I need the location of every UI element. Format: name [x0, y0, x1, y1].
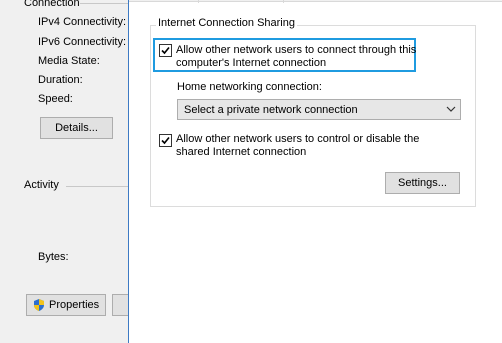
- home-networking-select-value: Select a private network connection: [184, 104, 358, 116]
- allow-connect-label-line1: Allow other network users to connect thr…: [176, 44, 417, 56]
- settings-button-label: Settings...: [398, 177, 447, 189]
- ipv4-connectivity-label: IPv4 Connectivity:: [38, 16, 127, 28]
- details-button-label: Details...: [55, 122, 98, 134]
- home-networking-label: Home networking connection:: [177, 81, 322, 93]
- speed-label: Speed:: [38, 93, 73, 105]
- activity-group-label: Activity: [24, 179, 59, 191]
- bytes-label: Bytes:: [38, 251, 69, 263]
- home-networking-select[interactable]: Select a private network connection: [177, 99, 461, 120]
- media-state-label: Media State:: [38, 55, 100, 67]
- duration-label: Duration:: [38, 74, 83, 86]
- allow-connect-checkbox[interactable]: [159, 44, 172, 57]
- check-icon: [161, 136, 170, 145]
- ics-group-title: Internet Connection Sharing: [156, 17, 297, 29]
- tab-sharing-right-edge: [283, 0, 284, 3]
- tab-sharing-left-edge: [198, 0, 199, 3]
- shield-icon: [32, 298, 46, 312]
- allow-control-checkbox[interactable]: [159, 134, 172, 147]
- tab-strip: [129, 0, 502, 2]
- connection-group-label: Connection: [24, 0, 80, 9]
- activity-group-line: [66, 186, 128, 187]
- settings-button[interactable]: Settings...: [385, 172, 460, 194]
- properties-button-label: Properties: [49, 299, 100, 311]
- sharing-properties-window: Internet Connection Sharing Allow other …: [128, 0, 502, 343]
- check-icon: [161, 46, 170, 55]
- allow-control-label-line2: shared Internet connection: [176, 146, 307, 158]
- allow-control-label-line1: Allow other network users to control or …: [176, 133, 420, 145]
- details-button[interactable]: Details...: [40, 117, 113, 139]
- connection-group-line: [80, 3, 128, 4]
- ipv6-connectivity-label: IPv6 Connectivity:: [38, 36, 127, 48]
- properties-button[interactable]: Properties: [26, 294, 106, 316]
- chevron-down-icon: [446, 103, 456, 118]
- allow-connect-label-line2: computer's Internet connection: [176, 57, 327, 69]
